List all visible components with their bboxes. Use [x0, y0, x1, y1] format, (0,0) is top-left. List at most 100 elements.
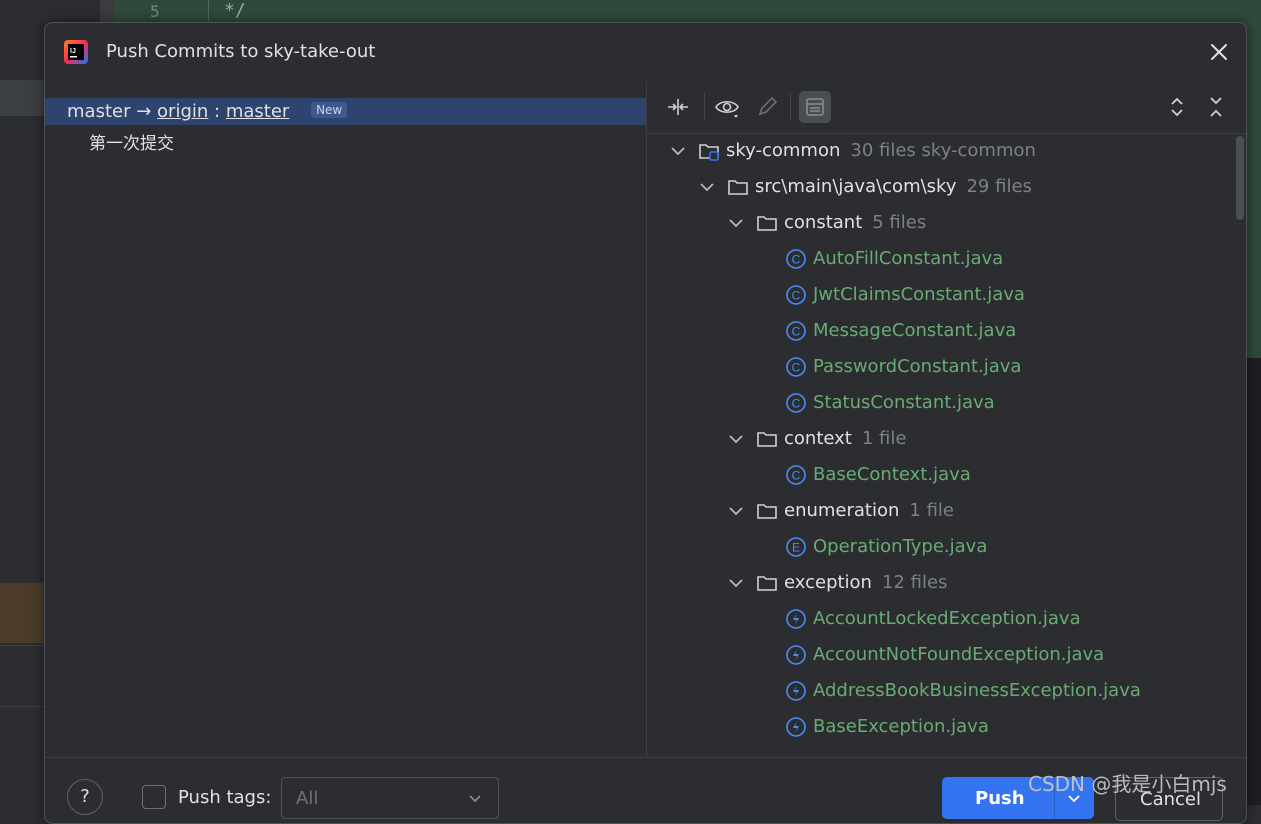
tree-folder-row[interactable]: sky-common 30 files sky-common: [647, 134, 1232, 170]
svg-text:C: C: [792, 253, 801, 267]
tree-item-label: JwtClaimsConstant.java: [813, 284, 1025, 305]
watermark: CSDN @我是小白mjs: [1028, 772, 1227, 796]
tree-folder-row[interactable]: enumeration 1 file: [647, 494, 1232, 530]
group-button[interactable]: [799, 91, 831, 123]
tree-file-row[interactable]: AccountLockedException.java: [647, 602, 1232, 638]
chevron-down-icon[interactable]: [727, 430, 745, 448]
tree-item-label: AccountNotFoundException.java: [813, 644, 1105, 665]
tree-item-label: constant 5 files: [784, 212, 926, 233]
expand-all-icon[interactable]: [1164, 94, 1190, 120]
branch-row-selected[interactable]: master → origin : master New: [45, 98, 646, 125]
tree-folder-row[interactable]: context 1 file: [647, 422, 1232, 458]
tree-item-meta: 1 file: [861, 428, 907, 449]
push-commits-dialog: IJ Push Commits to sky-take-out master →…: [44, 22, 1247, 824]
commit-item[interactable]: 第一次提交: [89, 129, 174, 154]
tree-item-label: BaseException.java: [813, 716, 989, 737]
svg-text:C: C: [792, 325, 801, 339]
tree-file-row[interactable]: AddressBookBusinessException.java: [647, 674, 1232, 710]
eye-icon[interactable]: [714, 94, 740, 120]
svg-text:C: C: [792, 469, 801, 483]
tree-file-row[interactable]: E OperationType.java: [647, 530, 1232, 566]
chevron-down-icon[interactable]: [727, 574, 745, 592]
tree-item-label: AutoFillConstant.java: [813, 248, 1004, 269]
tree-item-name: exception: [784, 572, 872, 593]
chevron-down-icon[interactable]: [698, 178, 716, 196]
enum-icon: E: [786, 537, 806, 557]
tree-item-meta: 29 files: [966, 176, 1032, 197]
ide-right-area: [1245, 358, 1261, 805]
tree-item-label: exception 12 files: [784, 572, 947, 593]
toolbar-separator: [790, 93, 791, 121]
svg-text:IJ: IJ: [70, 48, 76, 55]
arrow-icon: →: [136, 101, 152, 122]
tree-file-row[interactable]: C MessageConstant.java: [647, 314, 1232, 350]
tags-select[interactable]: All: [281, 777, 499, 819]
tree-file-row[interactable]: C BaseContext.java: [647, 458, 1232, 494]
tree-item-meta: 30 files sky-common: [850, 140, 1036, 161]
svg-text:C: C: [792, 361, 801, 375]
file-tree: sky-common 30 files sky-common src\main\ja…: [647, 134, 1232, 757]
intellij-idea-icon: IJ: [64, 40, 88, 64]
chevron-down-icon[interactable]: [727, 502, 745, 520]
tree-item-label: AccountLockedException.java: [813, 608, 1081, 629]
tree-folder-row[interactable]: constant 5 files: [647, 206, 1232, 242]
class-icon: C: [786, 357, 806, 377]
remote-link[interactable]: origin: [157, 101, 208, 122]
svg-text:C: C: [792, 289, 801, 303]
close-icon[interactable]: [1206, 39, 1232, 65]
commits-pane: master → origin : master New 第一次提交: [45, 81, 646, 757]
tree-item-name: src\main\java\com\sky: [755, 176, 957, 197]
folder-icon: [757, 216, 777, 231]
exception-icon: [786, 609, 806, 629]
branch-separator: :: [214, 101, 221, 122]
svg-text:E: E: [792, 541, 800, 555]
group-icon: [806, 98, 824, 116]
collapse-icon[interactable]: [665, 94, 691, 120]
tree-item-meta: 1 file: [909, 500, 955, 521]
toolbar-separator: [704, 93, 705, 121]
chevron-down-icon: [469, 795, 481, 803]
help-button[interactable]: ?: [67, 779, 103, 815]
tree-file-row[interactable]: AccountNotFoundException.java: [647, 638, 1232, 674]
tree-file-row[interactable]: C StatusConstant.java: [647, 386, 1232, 422]
footer-divider: [45, 757, 1246, 758]
tree-item-meta: 5 files: [872, 212, 927, 233]
tree-file-row[interactable]: BaseException.java: [647, 710, 1232, 746]
tree-item-name: sky-common: [726, 140, 841, 161]
tree-file-row[interactable]: C AutoFillConstant.java: [647, 242, 1232, 278]
folder-icon: [757, 576, 777, 591]
tree-item-label: StatusConstant.java: [813, 392, 995, 413]
tree-file-row[interactable]: C PasswordConstant.java: [647, 350, 1232, 386]
collapse-all-icon[interactable]: [1203, 94, 1229, 120]
dialog-titlebar: IJ Push Commits to sky-take-out: [45, 23, 1246, 81]
ide-left-divider-2: [0, 706, 44, 707]
changed-files-pane: sky-common 30 files sky-common src\main\ja…: [647, 81, 1246, 757]
class-icon: C: [786, 465, 806, 485]
tree-item-label: sky-common 30 files sky-common: [726, 140, 1036, 161]
tree-item-name: enumeration: [784, 500, 900, 521]
push-tags-checkbox[interactable]: [142, 785, 166, 809]
scrollbar-thumb[interactable]: [1236, 136, 1244, 220]
remote-branch-link[interactable]: master: [226, 101, 289, 122]
push-button-label: Push: [975, 788, 1025, 809]
tree-item-name: constant: [784, 212, 863, 233]
ide-editor-margin: [208, 0, 209, 24]
dialog-title: Push Commits to sky-take-out: [106, 41, 376, 62]
local-branch: master: [67, 101, 131, 122]
tree-item-label: PasswordConstant.java: [813, 356, 1022, 377]
edit-icon[interactable]: [754, 94, 780, 120]
class-icon: C: [786, 285, 806, 305]
new-badge: New: [311, 102, 348, 118]
class-icon: C: [786, 249, 806, 269]
scrollbar[interactable]: [1233, 134, 1246, 757]
tree-file-row[interactable]: C JwtClaimsConstant.java: [647, 278, 1232, 314]
chevron-down-icon[interactable]: [727, 214, 745, 232]
tree-item-name: context: [784, 428, 852, 449]
editor-line-number: 5: [150, 2, 160, 21]
module-folder-icon: [699, 144, 719, 161]
chevron-down-icon[interactable]: [669, 142, 687, 160]
tree-folder-row[interactable]: exception 12 files: [647, 566, 1232, 602]
class-icon: C: [786, 393, 806, 413]
tree-folder-row[interactable]: src\main\java\com\sky 29 files: [647, 170, 1232, 206]
ide-left-highlight: [0, 583, 44, 643]
